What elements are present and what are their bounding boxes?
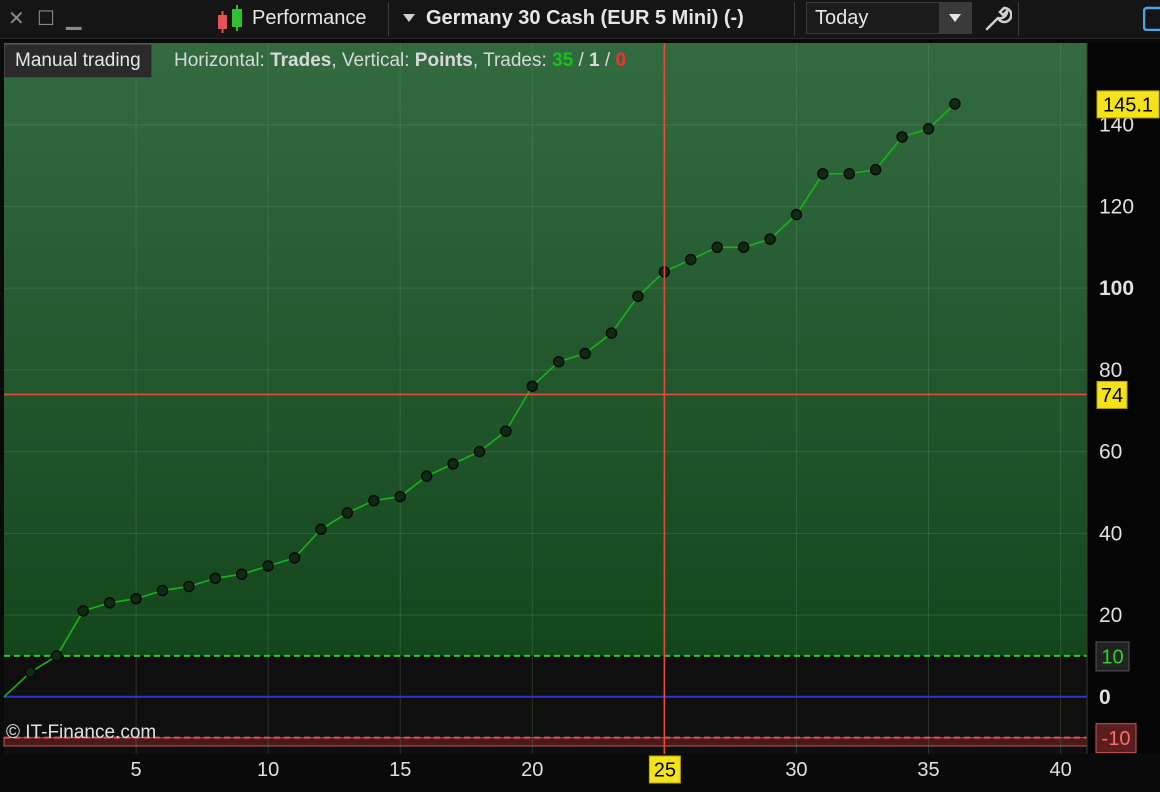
data-point xyxy=(526,380,539,392)
data-point xyxy=(394,490,406,503)
chart-info: Horizontal: Trades, Vertical: Points, Tr… xyxy=(174,46,626,76)
trades-loss-count: 0 xyxy=(615,50,627,71)
trades-win-count: 35 xyxy=(552,50,574,71)
data-point xyxy=(500,425,512,437)
vertical-value: Points xyxy=(414,50,473,71)
data-point xyxy=(473,445,486,458)
x-tick-label: 20 xyxy=(521,759,543,781)
data-point xyxy=(77,605,89,617)
loss-zone xyxy=(3,737,1088,747)
x-axis-ticks: 51015203035402 xyxy=(131,759,1072,781)
slash-1: / xyxy=(573,50,590,71)
x-tick-label: 5 xyxy=(131,759,142,781)
data-point xyxy=(262,560,274,572)
data-point xyxy=(843,168,856,180)
data-point xyxy=(315,523,327,536)
y-tick-label: 120 xyxy=(1099,195,1134,218)
copyright-text: © IT-Finance.com xyxy=(6,722,157,743)
data-point xyxy=(737,241,750,254)
data-point xyxy=(949,98,961,110)
lower-threshold-badge-text: -10 xyxy=(1102,728,1131,750)
horizontal-value: Trades xyxy=(270,50,332,71)
data-point xyxy=(420,470,433,482)
data-point xyxy=(605,327,618,339)
data-point xyxy=(632,290,644,303)
vertical-prefix: , Vertical: xyxy=(331,50,415,71)
last-value-badge-text: 145.1 xyxy=(1103,94,1153,116)
crosshair-y-badge-text: 74 xyxy=(1101,385,1123,407)
y-tick-label: 20 xyxy=(1099,604,1122,627)
y-tick-label: 60 xyxy=(1099,441,1122,464)
y-tick-label: 40 xyxy=(1099,522,1122,545)
data-point xyxy=(103,597,116,609)
data-point xyxy=(711,241,723,254)
data-point xyxy=(368,494,380,507)
data-point xyxy=(817,168,829,180)
data-point xyxy=(235,568,248,580)
data-point xyxy=(341,507,354,519)
data-point xyxy=(24,666,37,679)
x-tick-label: 30 xyxy=(785,759,807,781)
manual-trading-button[interactable]: Manual trading xyxy=(4,44,152,78)
trades-neutral-count: 1 xyxy=(589,50,600,71)
data-point xyxy=(183,580,195,593)
upper-threshold-badge: 10 xyxy=(1095,641,1130,672)
slash-2: / xyxy=(599,50,616,71)
x-tick-label: 40 xyxy=(1049,759,1071,781)
data-point xyxy=(896,131,908,143)
horizontal-prefix: Horizontal: xyxy=(174,50,271,71)
profit-zone xyxy=(4,43,1087,656)
data-point xyxy=(209,572,222,585)
x-tick-label: 15 xyxy=(389,759,411,781)
data-point xyxy=(579,347,591,360)
crosshair-y-badge: 74 xyxy=(1096,380,1128,409)
x-tick-label: 10 xyxy=(257,759,279,781)
data-point xyxy=(51,650,63,662)
upper-threshold-badge-text: 10 xyxy=(1101,646,1123,668)
y-tick-label: 80 xyxy=(1099,359,1122,382)
trades-prefix: , Trades: xyxy=(472,50,553,71)
last-value-badge: 145.1 xyxy=(1096,90,1160,119)
y-tick-label: 100 xyxy=(1099,277,1134,300)
crosshair-x-badge: 25 xyxy=(648,755,681,784)
data-point xyxy=(790,208,803,221)
data-point xyxy=(130,592,142,605)
crosshair-x-badge-text: 25 xyxy=(654,760,676,782)
data-point xyxy=(764,233,776,245)
performance-chart[interactable]: 204060801001201400 51015203035402 145.17… xyxy=(0,0,1160,792)
lower-threshold-badge: -10 xyxy=(1095,723,1137,754)
x-tick-label: 35 xyxy=(917,759,939,781)
data-point xyxy=(552,355,565,368)
data-point xyxy=(922,123,935,135)
data-point xyxy=(869,163,882,176)
y-zero-label: 0 xyxy=(1099,686,1111,709)
data-point xyxy=(288,552,301,564)
data-point xyxy=(685,253,697,266)
data-point xyxy=(156,584,169,597)
data-point xyxy=(447,458,459,470)
